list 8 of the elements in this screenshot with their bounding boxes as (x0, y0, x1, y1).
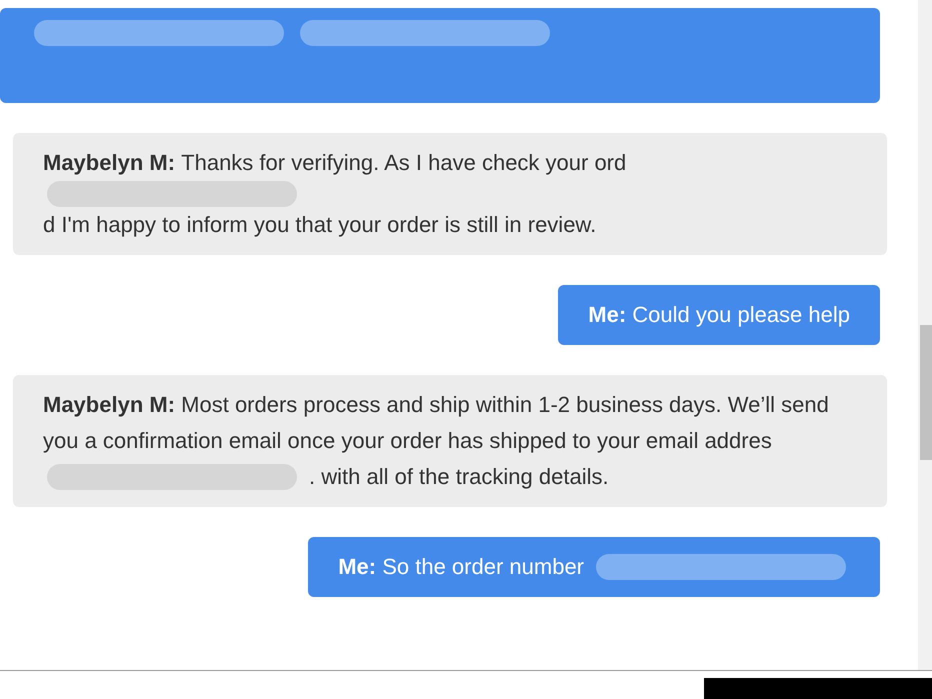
message-text: Maybelyn M: Most orders process and ship within 1-2 business days. We’ll send you a confirmation email once your order has shipped to your email addres (43, 391, 830, 455)
message-text: . with all of the tracking details. (309, 463, 609, 491)
scrollbar-thumb[interactable] (920, 325, 932, 460)
message-text: Me: So the order number (338, 553, 584, 581)
message-text: Me: Could you please help (588, 301, 850, 329)
message-text: Maybelyn M: Thanks for verifying. As I have check your ord (43, 149, 626, 177)
message-text: d I'm happy to inform you that your order is still in review. (43, 211, 596, 239)
scrollbar[interactable] (918, 0, 932, 670)
